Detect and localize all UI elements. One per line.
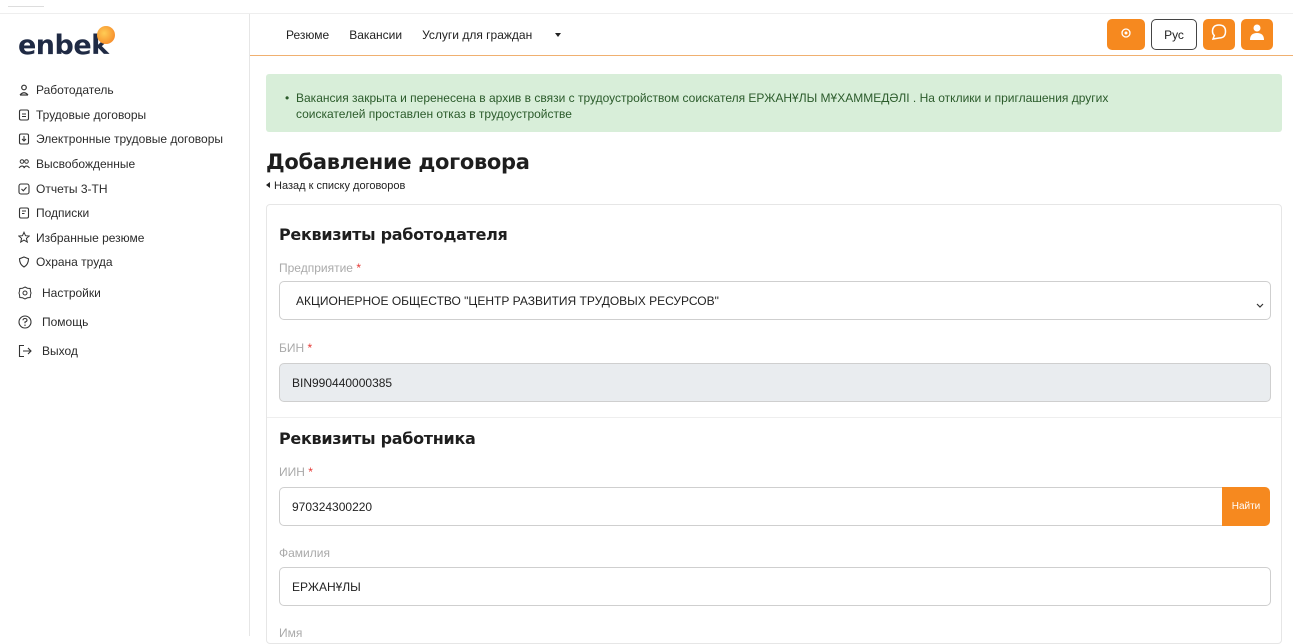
nav-vacancies-link[interactable]: Вакансии — [349, 28, 402, 42]
surname-input-value: ЕРЖАНҰЛЫ — [292, 579, 361, 594]
caret-down-icon — [555, 33, 562, 37]
employee-section-title: Реквизиты работника — [279, 429, 476, 448]
logout-icon — [18, 344, 32, 358]
users-icon — [18, 158, 30, 170]
sidebar-item-logout[interactable]: Выход — [0, 337, 250, 366]
surname-input[interactable]: ЕРЖАНҰЛЫ — [279, 567, 1271, 606]
user-icon — [18, 84, 30, 96]
sidebar-item-settings[interactable]: Настройки — [0, 279, 250, 308]
logo[interactable]: enbek — [18, 24, 138, 64]
header-actions: Рус — [1107, 19, 1273, 50]
enterprise-select[interactable]: АКЦИОНЕРНОЕ ОБЩЕСТВО "ЦЕНТР РАЗВИТИЯ ТРУ… — [279, 281, 1271, 320]
nav-services-label: Услуги для граждан — [422, 28, 533, 42]
help-icon — [18, 315, 32, 329]
logo-sun-icon — [97, 26, 115, 44]
alert-line-1: Вакансия закрыта и перенесена в архив в … — [296, 91, 1109, 105]
contract-form-card: Реквизиты работодателя Предприятие * АКЦ… — [266, 204, 1282, 644]
sidebar-nav: Работодатель Трудовые договоры Электронн… — [0, 78, 250, 366]
alert-bullet: • — [285, 91, 290, 105]
page-title: Добавление договора — [266, 150, 530, 174]
nav-services-dropdown[interactable]: Услуги для граждан — [422, 28, 581, 42]
e-document-icon — [18, 133, 30, 146]
sidebar-item-employer[interactable]: Работодатель — [0, 78, 250, 103]
sidebar-item-label: Выход — [42, 344, 78, 359]
sidebar: enbek Работодатель Трудовые договоры Эле… — [0, 14, 250, 636]
language-switch-button[interactable]: Рус — [1151, 19, 1197, 50]
check-square-icon — [18, 183, 30, 195]
sidebar-item-contracts[interactable]: Трудовые договоры — [0, 103, 250, 128]
bin-label-text: БИН — [279, 341, 305, 355]
bin-label: БИН * — [279, 341, 312, 355]
employer-section-title: Реквизиты работодателя — [279, 225, 508, 244]
back-arrow-icon — [266, 182, 270, 188]
gear-icon — [18, 286, 32, 300]
sidebar-item-label: Настройки — [42, 286, 101, 301]
top-strip — [0, 0, 1293, 14]
sidebar-item-label: Охрана труда — [36, 255, 113, 270]
nav-resume-link[interactable]: Резюме — [286, 28, 329, 42]
star-icon — [18, 231, 30, 244]
sidebar-item-label: Трудовые договоры — [36, 107, 147, 122]
iin-input[interactable]: 970324300220 — [279, 487, 1223, 526]
required-mark: * — [307, 341, 313, 355]
chat-button[interactable] — [1203, 19, 1235, 50]
name-label: Имя — [279, 626, 303, 640]
required-mark: * — [356, 261, 361, 275]
sidebar-item-released[interactable]: Высвобожденные — [0, 152, 250, 177]
eye-icon — [1120, 26, 1132, 44]
bookmark-icon — [18, 207, 30, 219]
sidebar-item-subscriptions[interactable]: Подписки — [0, 201, 250, 226]
sidebar-item-favorites[interactable]: Избранные резюме — [0, 226, 250, 251]
top-header: Резюме Вакансии Услуги для граждан Рус — [250, 14, 1293, 56]
main-content: • Вакансия закрыта и перенесена в архив … — [266, 74, 1282, 644]
sidebar-item-help[interactable]: Помощь — [0, 308, 250, 337]
back-link[interactable]: Назад к списку договоров — [266, 180, 1282, 192]
header-nav: Резюме Вакансии Услуги для граждан — [286, 28, 601, 42]
sidebar-item-label: Высвобожденные — [36, 157, 136, 172]
surname-label: Фамилия — [279, 546, 330, 560]
bin-field-value: BIN990440000385 — [292, 375, 393, 390]
chevron-down-icon — [1256, 298, 1264, 312]
enterprise-label-text: Предприятие — [279, 261, 353, 275]
bin-field: BIN990440000385 — [279, 363, 1271, 402]
back-link-label: Назад к списку договоров — [274, 180, 406, 192]
enterprise-select-value: АКЦИОНЕРНОЕ ОБЩЕСТВО "ЦЕНТР РАЗВИТИЯ ТРУ… — [296, 293, 719, 308]
profile-button[interactable] — [1241, 19, 1273, 50]
chat-icon — [1210, 23, 1228, 46]
user-icon — [1249, 23, 1265, 46]
sidebar-item-label: Электронные трудовые договоры — [36, 132, 224, 147]
accessibility-button[interactable] — [1107, 19, 1145, 50]
enterprise-label: Предприятие * — [279, 261, 361, 275]
document-icon — [18, 109, 30, 121]
info-alert: • Вакансия закрыта и перенесена в архив … — [266, 74, 1282, 132]
iin-label: ИИН * — [279, 465, 313, 479]
sidebar-item-label: Работодатель — [36, 83, 114, 98]
sidebar-item-reports[interactable]: Отчеты 3-ТН — [0, 176, 250, 201]
sidebar-item-label: Подписки — [36, 206, 90, 221]
sidebar-item-label: Избранные резюме — [36, 230, 145, 245]
iin-label-text: ИИН — [279, 465, 305, 479]
sidebar-item-e-contracts[interactable]: Электронные трудовые договоры — [0, 127, 250, 152]
alert-line-2: соискателей проставлен отказ в трудоустр… — [296, 107, 572, 121]
find-button[interactable]: Найти — [1222, 487, 1270, 526]
section-divider — [267, 417, 1281, 418]
shield-icon — [18, 256, 30, 269]
logo-text: enbek — [18, 30, 109, 61]
sidebar-item-labor-safety[interactable]: Охрана труда — [0, 250, 250, 275]
sidebar-item-label: Помощь — [42, 315, 89, 330]
iin-input-value: 970324300220 — [292, 499, 373, 514]
sidebar-item-label: Отчеты 3-ТН — [36, 181, 108, 196]
required-mark: * — [308, 465, 313, 479]
